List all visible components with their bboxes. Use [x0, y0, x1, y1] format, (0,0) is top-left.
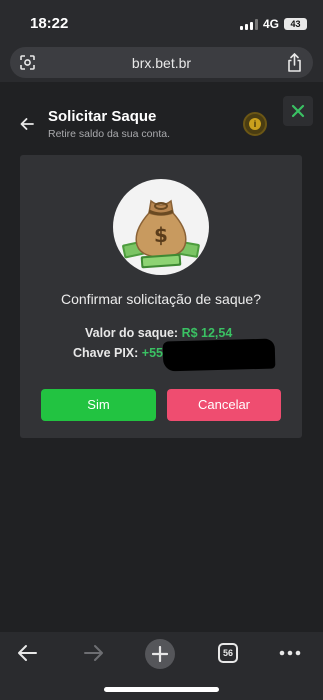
browser-address-area: brx.bet.br	[0, 46, 323, 82]
back-arrow-icon[interactable]	[19, 116, 35, 132]
new-tab-button[interactable]	[144, 638, 176, 670]
nav-forward-icon	[84, 645, 103, 661]
amount-value: R$ 12,54	[181, 326, 233, 340]
signal-icon	[239, 18, 258, 30]
url-text[interactable]: brx.bet.br	[10, 55, 313, 71]
confirm-button[interactable]: Sim	[41, 389, 156, 421]
close-button[interactable]	[283, 96, 313, 126]
plus-icon	[145, 639, 175, 669]
more-button[interactable]	[276, 640, 304, 666]
nav-forward-button[interactable]	[81, 640, 107, 666]
info-icon-glyph: i	[249, 118, 261, 130]
status-bar: 18:22 4G 43	[0, 0, 323, 46]
pix-value: +55	[141, 346, 164, 360]
status-time: 18:22	[30, 15, 69, 32]
nav-back-icon	[18, 645, 37, 661]
more-icon	[279, 650, 301, 656]
share-icon[interactable]	[286, 53, 303, 72]
address-bar[interactable]: brx.bet.br	[10, 47, 313, 78]
pix-label: Chave PIX:	[73, 346, 139, 360]
pix-key-row: Chave PIX: +55	[73, 346, 163, 360]
money-bag-icon: $	[113, 179, 209, 275]
cancel-button[interactable]: Cancelar	[167, 389, 281, 421]
confirm-question: Confirmar solicitação de saque?	[61, 291, 261, 307]
page-title: Solicitar Saque	[48, 108, 157, 125]
network-type: 4G	[262, 17, 279, 31]
nav-back-button[interactable]	[14, 640, 40, 666]
amount-label: Valor do saque:	[85, 326, 179, 340]
withdraw-amount-row: Valor do saque: R$ 12,54	[85, 326, 232, 340]
close-icon	[291, 104, 305, 118]
tabs-icon: 56	[218, 643, 238, 663]
status-indicators: 4G 43	[239, 17, 307, 31]
home-indicator	[104, 687, 219, 692]
redaction-mark	[162, 338, 276, 372]
tabs-button[interactable]: 56	[215, 640, 241, 666]
withdraw-confirm-dialog: $ Confirmar solicitação de saque? Valor …	[20, 155, 302, 438]
page-subtitle: Retire saldo da sua conta.	[48, 128, 170, 140]
battery-icon: 43	[284, 18, 307, 30]
svg-text:$: $	[154, 223, 168, 247]
info-icon[interactable]: i	[243, 112, 267, 136]
